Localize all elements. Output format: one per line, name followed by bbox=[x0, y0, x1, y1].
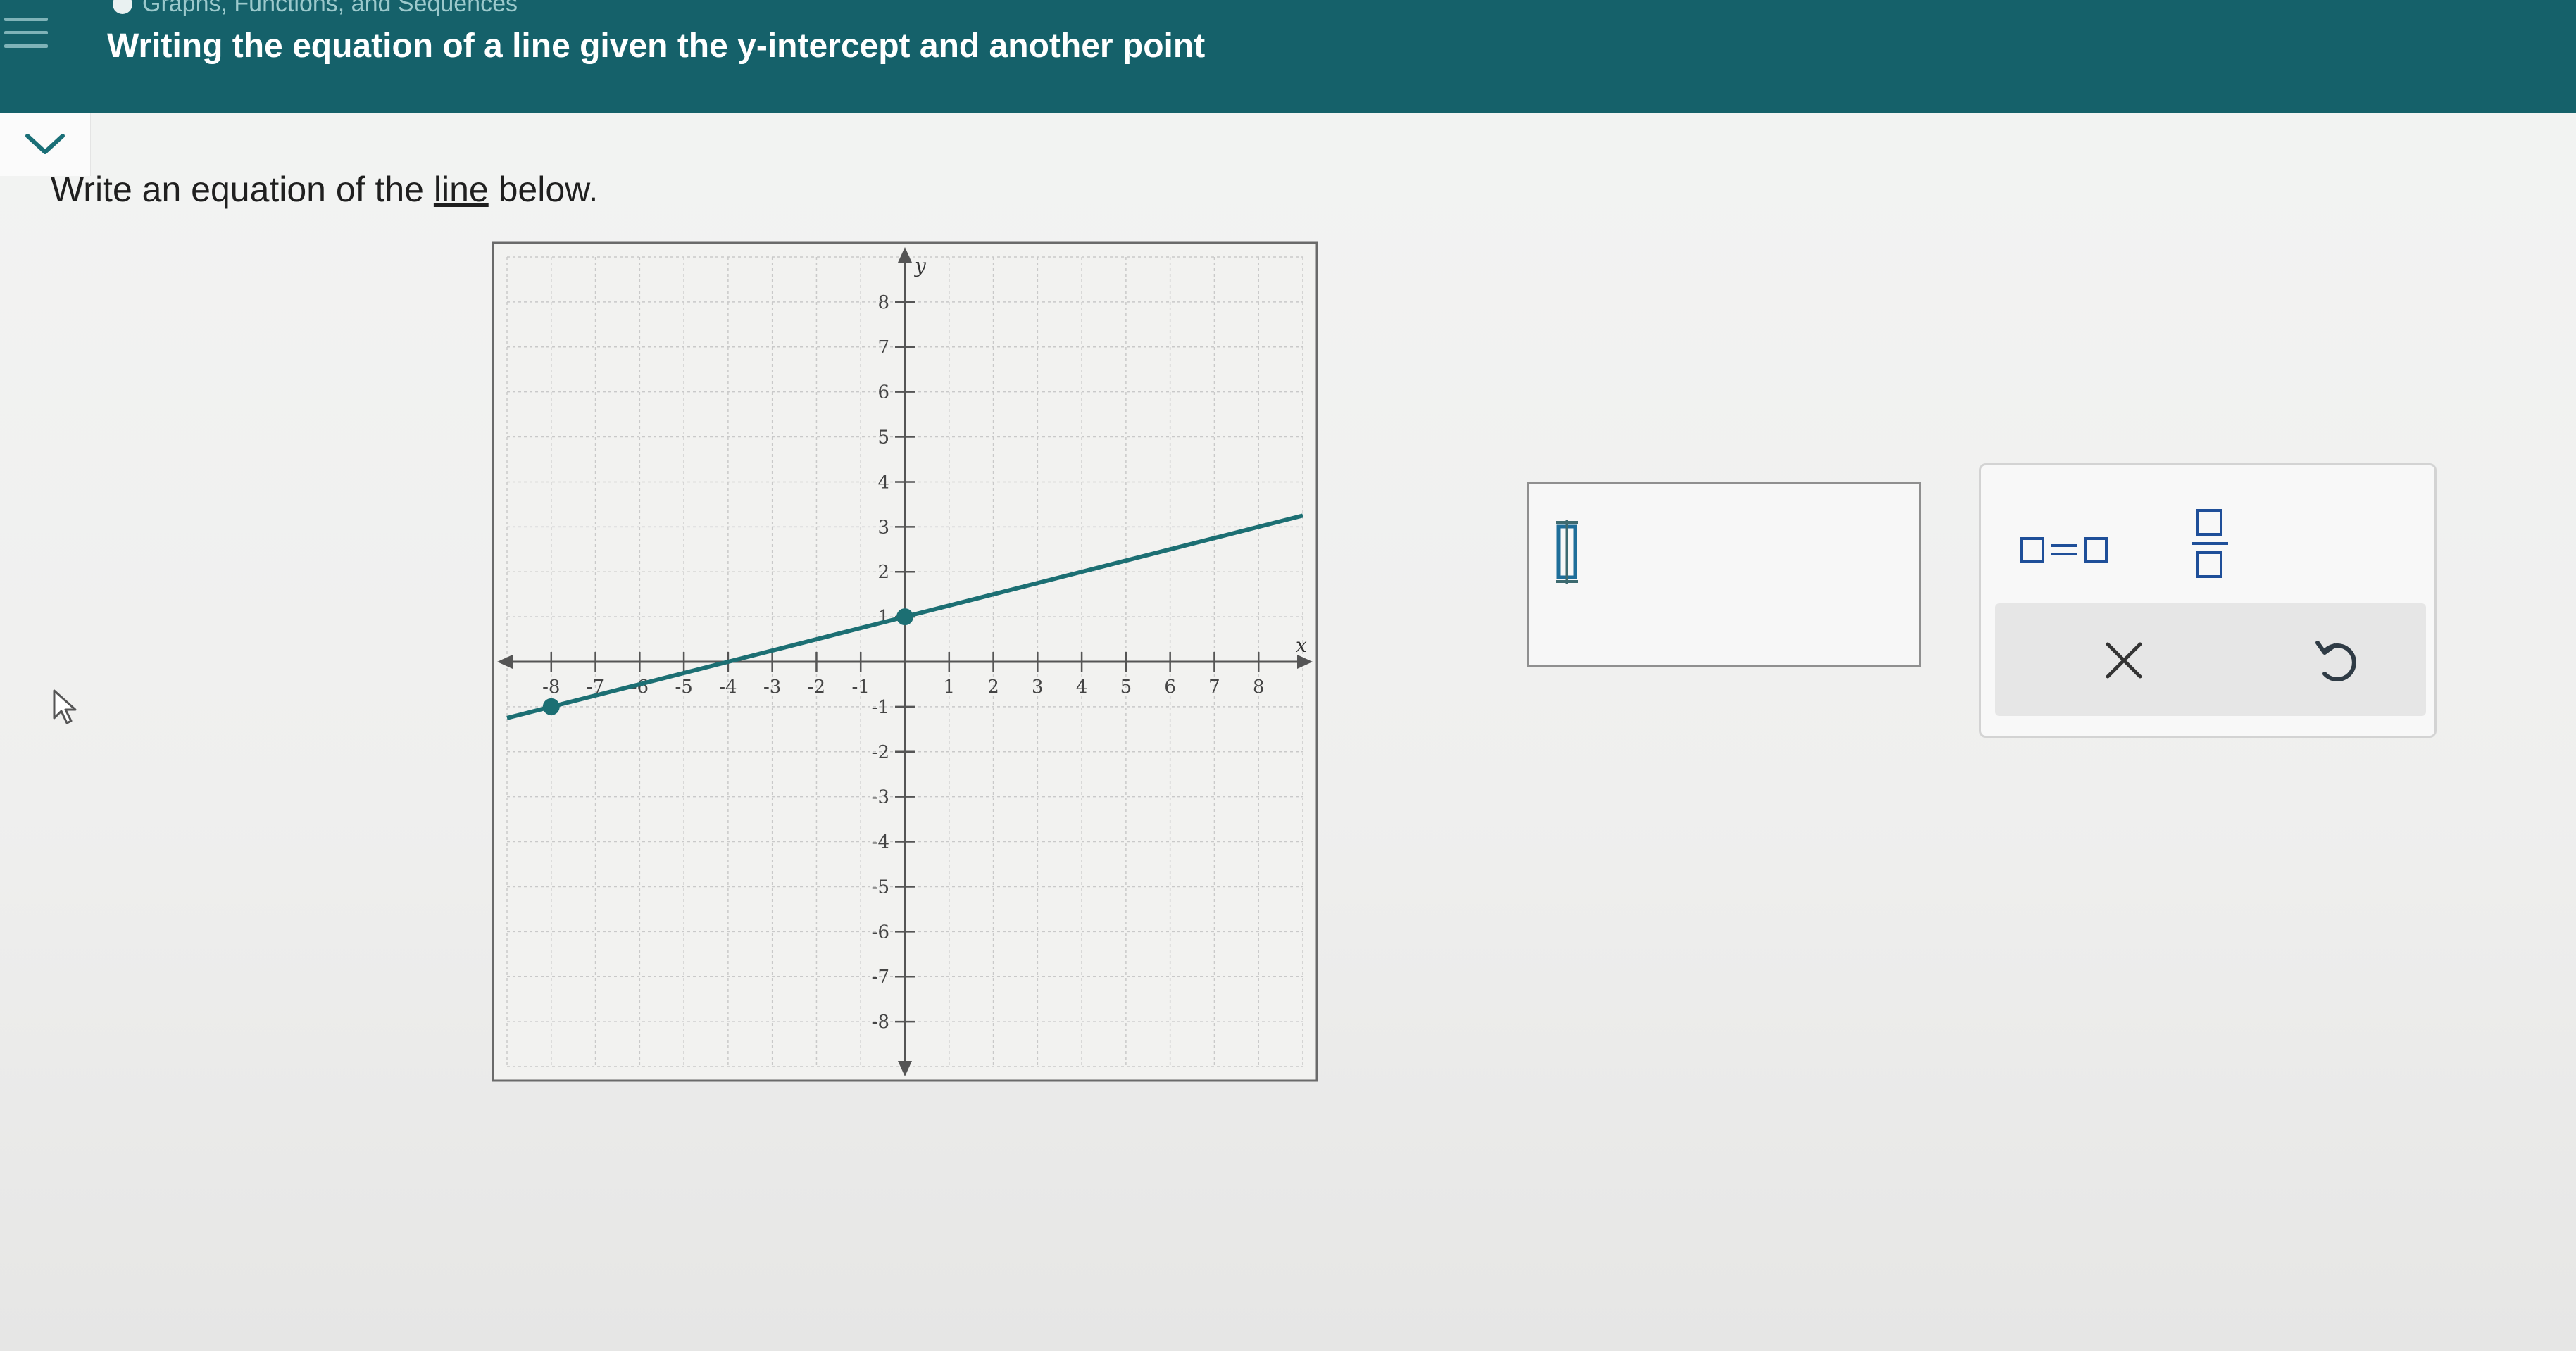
x-tick-label: 3 bbox=[1032, 677, 1044, 698]
x-tick-label: 5 bbox=[1120, 677, 1132, 698]
x-tick-label: 7 bbox=[1208, 677, 1220, 698]
menu-icon[interactable] bbox=[0, 4, 56, 61]
text-cursor-icon bbox=[1556, 520, 1578, 584]
breadcrumb-text: Graphs, Functions, and Sequences bbox=[142, 0, 518, 17]
y-tick-label: -6 bbox=[872, 922, 889, 943]
line-point bbox=[896, 608, 913, 626]
line-definition-link[interactable]: line bbox=[434, 170, 489, 209]
line-point bbox=[542, 698, 560, 715]
breadcrumb: Graphs, Functions, and Sequences bbox=[113, 0, 518, 18]
y-tick-label: 5 bbox=[877, 427, 889, 448]
y-tick-label: -2 bbox=[872, 742, 889, 763]
question-prefix: Write an equation of the bbox=[51, 170, 434, 209]
x-tick-label: 6 bbox=[1164, 677, 1176, 698]
x-tick-label: 8 bbox=[1253, 677, 1265, 698]
keypad-action-row bbox=[1995, 603, 2426, 716]
y-tick-label: -5 bbox=[872, 876, 889, 898]
coordinate-graph: xy -8 -7 -6 -5 -4 -3 -2 -1 1 2 3 4 5 6 7 8 8 7 6 5 4 3 2 1 -1 -2-… bbox=[486, 236, 1324, 1088]
box-equals-box-icon[interactable] bbox=[2016, 529, 2115, 571]
y-tick-label: 2 bbox=[877, 562, 889, 583]
graph-svg: xy -8 -7 -6 -5 -4 -3 -2 -1 1 2 3 4 5 6 7 887654321-1-2-… bbox=[492, 241, 1318, 1082]
undo-icon[interactable] bbox=[2305, 630, 2365, 691]
topic-title: Writing the equation of a line given the… bbox=[107, 27, 1206, 65]
y-tick-label: -8 bbox=[872, 1012, 889, 1033]
x-tick-label: -3 bbox=[763, 677, 781, 698]
y-tick-label: -7 bbox=[872, 967, 889, 988]
math-keypad bbox=[1979, 463, 2437, 738]
x-tick-label: -4 bbox=[719, 677, 737, 698]
top-bar: Graphs, Functions, and Sequences Writing… bbox=[0, 0, 2576, 113]
question-text: Write an equation of the line below. bbox=[51, 169, 598, 210]
x-axis-label: x bbox=[1296, 634, 1307, 657]
x-icon[interactable] bbox=[2094, 630, 2154, 691]
x-tick-label: 4 bbox=[1076, 677, 1088, 698]
y-tick-label: 4 bbox=[877, 472, 889, 493]
y-axis-label: y bbox=[913, 254, 927, 277]
chevron-down-icon bbox=[25, 134, 65, 154]
x-tick-label: -5 bbox=[675, 677, 692, 698]
x-tick-label: 1 bbox=[944, 677, 956, 698]
progress-dot-icon bbox=[113, 0, 132, 14]
fraction-icon[interactable] bbox=[2189, 505, 2231, 582]
y-tick-label: -3 bbox=[872, 787, 889, 808]
y-tick-label: 6 bbox=[877, 382, 889, 403]
mouse-pointer-icon bbox=[53, 689, 77, 724]
answer-input[interactable] bbox=[1527, 482, 1921, 667]
collapse-button[interactable] bbox=[0, 113, 91, 176]
y-tick-label: 8 bbox=[877, 292, 889, 313]
y-tick-label: -1 bbox=[872, 697, 889, 718]
question-suffix: below. bbox=[488, 170, 599, 209]
y-tick-label: 3 bbox=[877, 517, 889, 538]
x-tick-label: -1 bbox=[852, 677, 870, 698]
y-tick-label: -4 bbox=[872, 832, 889, 853]
x-tick-label: -2 bbox=[808, 677, 825, 698]
y-tick-label: 7 bbox=[877, 337, 889, 358]
x-tick-label: -8 bbox=[542, 677, 560, 698]
x-tick-label: 2 bbox=[987, 677, 999, 698]
